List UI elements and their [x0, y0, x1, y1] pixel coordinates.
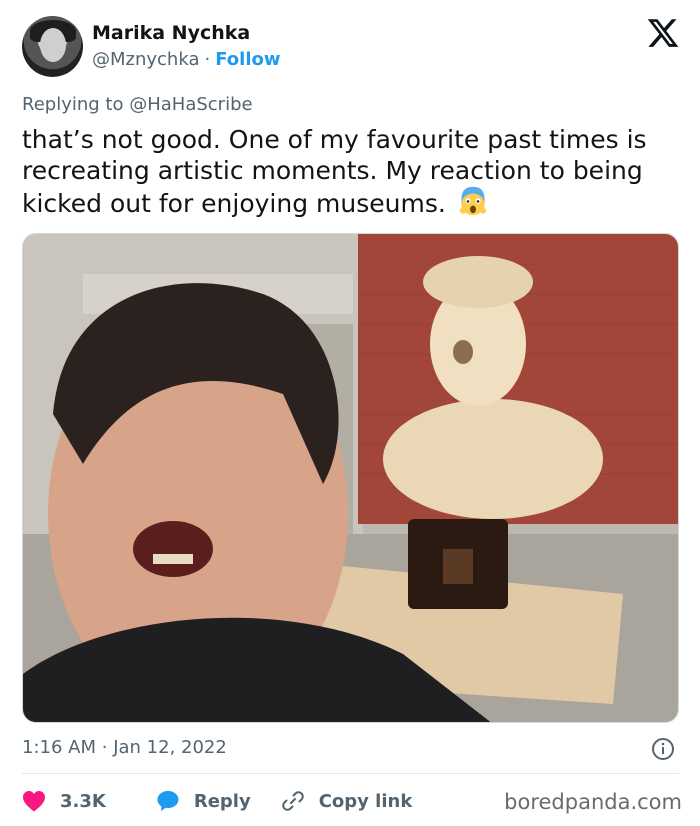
avatar[interactable]: [22, 16, 83, 77]
bust-mouth: [453, 340, 473, 364]
x-logo-icon[interactable]: [646, 16, 680, 50]
author-handle-row: @Mznychka · Follow: [92, 49, 281, 70]
reply-label: Reply: [193, 790, 251, 812]
bust-base-plaque: [443, 549, 473, 584]
replying-prefix: Replying to: [22, 94, 124, 115]
replying-mention[interactable]: @HaHaScribe: [129, 94, 252, 115]
follow-button[interactable]: Follow: [215, 49, 280, 70]
author-handle[interactable]: @Mznychka: [92, 49, 199, 70]
action-bar: 3.3K Reply Copy link: [22, 787, 412, 815]
tweet-date: Jan 12, 2022: [113, 737, 227, 758]
bust-hair: [423, 256, 533, 308]
like-button[interactable]: 3.3K: [22, 790, 106, 812]
person-teeth: [153, 554, 193, 564]
speech-bubble-icon: [157, 791, 179, 811]
author-name[interactable]: Marika Nychka: [92, 22, 250, 44]
scream-emoji-icon: [459, 186, 487, 216]
replying-to: Replying to @HaHaScribe: [22, 94, 253, 115]
avatar-face: [40, 28, 66, 62]
tweet-timestamp[interactable]: 1:16 AM · Jan 12, 2022: [22, 737, 227, 758]
handle-separator: ·: [204, 49, 211, 70]
info-icon[interactable]: [651, 737, 675, 761]
photo-illustration: [23, 234, 678, 722]
person-mouth: [133, 521, 213, 577]
like-count: 3.3K: [60, 790, 106, 812]
reply-button[interactable]: Reply: [156, 789, 251, 813]
link-icon: [281, 791, 304, 811]
heart-icon: [23, 791, 45, 812]
watermark: boredpanda.com: [504, 790, 682, 814]
bust-shoulders: [383, 399, 603, 519]
tweet-card: Marika Nychka @Mznychka · Follow Replying …: [0, 0, 700, 826]
copy-link-button[interactable]: Copy link: [281, 789, 413, 813]
tweet-body: that’s not good. One of my favourite pas…: [22, 125, 647, 218]
tweet-text: that’s not good. One of my favourite pas…: [22, 124, 682, 219]
divider: [22, 773, 679, 774]
time-separator: ·: [101, 737, 108, 758]
tweet-photo[interactable]: [22, 233, 679, 723]
tweet-time: 1:16 AM: [22, 737, 96, 758]
copy-link-label: Copy link: [318, 790, 413, 812]
